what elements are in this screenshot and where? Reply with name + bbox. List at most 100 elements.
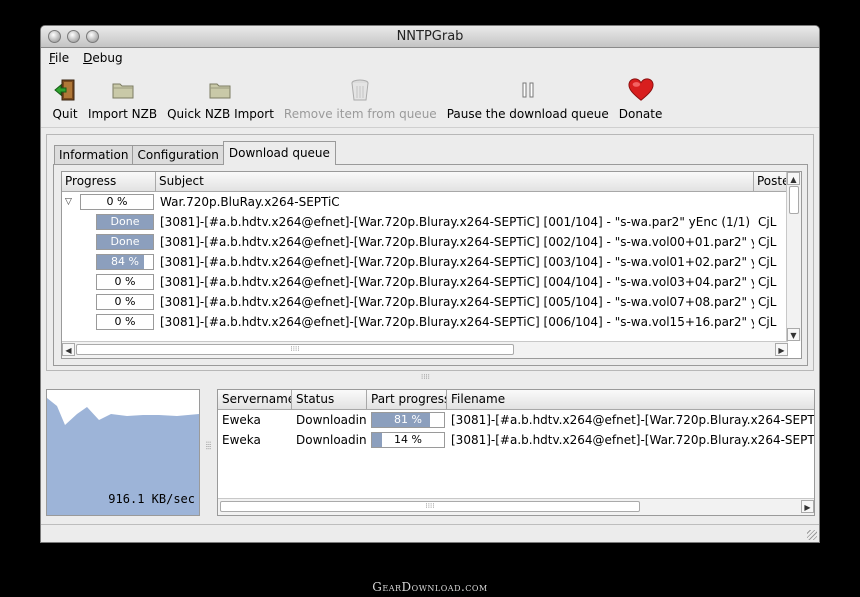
queue-item-row[interactable]: 0 % [3081]-[#a.b.hdtv.x264@efnet]-[War.72… bbox=[62, 292, 801, 312]
part-progress-column-header[interactable]: Part progress bbox=[367, 390, 447, 409]
connection-row[interactable]: Eweka Downloading 81 % [3081]-[#a.b.hdtv.x2… bbox=[218, 410, 814, 430]
progress-label: 14 % bbox=[394, 433, 422, 446]
tab-information[interactable]: Information bbox=[54, 145, 134, 165]
connection-filename: [3081]-[#a.b.hdtv.x264@efnet]-[War.720p.… bbox=[451, 413, 814, 427]
import-nzb-label: Import NZB bbox=[88, 107, 158, 121]
donate-button[interactable]: Donate bbox=[614, 77, 668, 121]
part-progress-bar: 81 % bbox=[371, 412, 445, 428]
import-nzb-button[interactable]: Import NZB bbox=[83, 77, 162, 121]
tab-configuration[interactable]: Configuration bbox=[132, 145, 224, 165]
queue-vertical-scroll-thumb[interactable] bbox=[789, 186, 799, 214]
progress-cell: 0 % bbox=[96, 274, 156, 290]
filename-column-header[interactable]: Filename bbox=[447, 390, 814, 409]
queue-item-row[interactable]: 0 % [3081]-[#a.b.hdtv.x264@efnet]-[War.72… bbox=[62, 312, 801, 332]
resize-grip-icon[interactable] bbox=[807, 530, 817, 540]
quick-import-label: Quick NZB Import bbox=[167, 107, 274, 121]
poster-column-header[interactable]: Poste bbox=[754, 172, 789, 191]
queue-item-row[interactable]: Done [3081]-[#a.b.hdtv.x264@efnet]-[War.7… bbox=[62, 212, 801, 232]
item-progress-bar: 0 % bbox=[96, 294, 154, 310]
group-subject: War.720p.BluRay.x264-SEPTiC bbox=[160, 195, 340, 209]
menu-bar: File Debug bbox=[41, 48, 819, 68]
item-poster: CjL bbox=[758, 235, 777, 249]
toolbar: Quit Import NZB Quick NZB Import Remove … bbox=[41, 68, 819, 128]
queue-table-header: Progress Subject Poste bbox=[62, 172, 801, 192]
item-subject: [3081]-[#a.b.hdtv.x264@efnet]-[War.720p.… bbox=[160, 255, 754, 269]
item-progress-bar: 0 % bbox=[96, 274, 154, 290]
scroll-right-arrow-icon[interactable]: ▶ bbox=[801, 500, 814, 513]
tab-download-queue[interactable]: Download queue bbox=[222, 141, 336, 165]
progress-label: 81 % bbox=[394, 413, 422, 426]
progress-cell: 0 % bbox=[96, 314, 156, 330]
queue-item-row[interactable]: 0 % [3081]-[#a.b.hdtv.x264@efnet]-[War.72… bbox=[62, 272, 801, 292]
connections-horizontal-scrollbar[interactable]: ⁞⁞⁞⁞ ▶ bbox=[218, 498, 814, 515]
download-queue-panel: Progress Subject Poste ▽ 0 % War.720p.Bl… bbox=[53, 164, 808, 366]
queue-group-row[interactable]: ▽ 0 % War.720p.BluRay.x264-SEPTiC bbox=[62, 192, 801, 212]
speed-graph: 916.1 KB/sec bbox=[46, 389, 200, 516]
item-progress-bar: Done bbox=[96, 234, 154, 250]
close-window-button[interactable] bbox=[48, 30, 61, 43]
exit-door-icon bbox=[52, 77, 78, 103]
scroll-up-arrow-icon[interactable]: ▲ bbox=[787, 172, 800, 185]
progress-fill bbox=[372, 433, 383, 447]
progress-cell: Done bbox=[96, 234, 156, 250]
progress-cell: 0 % bbox=[96, 294, 156, 310]
item-subject: [3081]-[#a.b.hdtv.x264@efnet]-[War.720p.… bbox=[160, 215, 751, 229]
scroll-left-arrow-icon[interactable]: ◀ bbox=[62, 343, 75, 356]
app-window: NNTPGrab File Debug Quit Import NZB Quic… bbox=[40, 25, 820, 543]
expand-triangle-icon[interactable]: ▽ bbox=[62, 197, 80, 207]
folder-icon bbox=[110, 77, 136, 103]
connection-status: Downloading bbox=[296, 433, 367, 447]
window-title: NNTPGrab bbox=[396, 29, 464, 44]
item-subject: [3081]-[#a.b.hdtv.x264@efnet]-[War.720p.… bbox=[160, 295, 754, 309]
quit-button[interactable]: Quit bbox=[47, 77, 83, 121]
connection-row[interactable]: Eweka Downloading 14 % [3081]-[#a.b.hdtv.x2… bbox=[218, 430, 814, 450]
status-column-header[interactable]: Status bbox=[292, 390, 367, 409]
progress-cell: Done bbox=[96, 214, 156, 230]
pause-queue-button[interactable]: Pause the download queue bbox=[442, 77, 614, 121]
watermark: GearDownload.com bbox=[372, 580, 488, 594]
servername-column-header[interactable]: Servername bbox=[218, 390, 292, 409]
item-subject: [3081]-[#a.b.hdtv.x264@efnet]-[War.720p.… bbox=[160, 315, 754, 329]
zoom-window-button[interactable] bbox=[86, 30, 99, 43]
progress-column-header[interactable]: Progress bbox=[62, 172, 156, 191]
menu-debug[interactable]: Debug bbox=[83, 51, 122, 65]
vertical-splitter-grip-icon[interactable]: ⁞⁞⁞⁞ bbox=[204, 441, 212, 450]
window-controls bbox=[48, 30, 99, 43]
queue-item-row[interactable]: 84 % [3081]-[#a.b.hdtv.x264@efnet]-[War.7… bbox=[62, 252, 801, 272]
group-progress-bar: 0 % bbox=[80, 194, 154, 210]
queue-table: Progress Subject Poste ▽ 0 % War.720p.Bl… bbox=[61, 171, 802, 359]
item-poster: CjL bbox=[758, 295, 777, 309]
download-speed: 916.1 KB/sec bbox=[108, 492, 195, 506]
connections-table-header: Servername Status Part progress Filename bbox=[218, 390, 814, 410]
queue-item-row[interactable]: Done [3081]-[#a.b.hdtv.x264@efnet]-[War.7… bbox=[62, 232, 801, 252]
horizontal-splitter-grip-icon[interactable]: ⁞⁞⁞⁞ bbox=[421, 373, 430, 381]
minimize-window-button[interactable] bbox=[67, 30, 80, 43]
group-progress-label: 0 % bbox=[106, 195, 128, 208]
menu-file[interactable]: File bbox=[49, 51, 69, 65]
item-poster: CjL bbox=[758, 315, 777, 329]
part-progress-bar: 14 % bbox=[371, 432, 445, 448]
remove-item-button[interactable]: Remove item from queue bbox=[279, 77, 442, 121]
subject-column-header[interactable]: Subject bbox=[156, 172, 754, 191]
part-progress-cell: 14 % bbox=[367, 432, 447, 448]
connections-horizontal-scroll-thumb[interactable]: ⁞⁞⁞⁞ bbox=[220, 501, 640, 512]
folder-icon bbox=[207, 77, 233, 103]
queue-horizontal-scroll-thumb[interactable]: ⁞⁞⁞⁞ bbox=[76, 344, 514, 355]
pause-icon bbox=[515, 77, 541, 103]
queue-rows: Done [3081]-[#a.b.hdtv.x264@efnet]-[War.7… bbox=[62, 212, 801, 332]
queue-vertical-scrollbar[interactable]: ▲ ▼ bbox=[786, 172, 801, 341]
item-progress-bar: Done bbox=[96, 214, 154, 230]
trash-can-icon bbox=[347, 77, 373, 103]
queue-horizontal-scrollbar[interactable]: ◀ ⁞⁞⁞⁞ ▶ bbox=[62, 341, 788, 358]
item-progress-bar: 0 % bbox=[96, 314, 154, 330]
scroll-down-arrow-icon[interactable]: ▼ bbox=[787, 328, 800, 341]
quick-import-button[interactable]: Quick NZB Import bbox=[162, 77, 279, 121]
progress-label: 84 % bbox=[111, 255, 139, 268]
item-subject: [3081]-[#a.b.hdtv.x264@efnet]-[War.720p.… bbox=[160, 275, 754, 289]
progress-cell: 84 % bbox=[96, 254, 156, 270]
progress-label: Done bbox=[110, 215, 140, 228]
connection-server: Eweka bbox=[222, 433, 261, 447]
item-progress-bar: 84 % bbox=[96, 254, 154, 270]
scroll-right-arrow-icon[interactable]: ▶ bbox=[775, 343, 788, 356]
tab-bar: Information Configuration Download queue bbox=[54, 141, 336, 165]
